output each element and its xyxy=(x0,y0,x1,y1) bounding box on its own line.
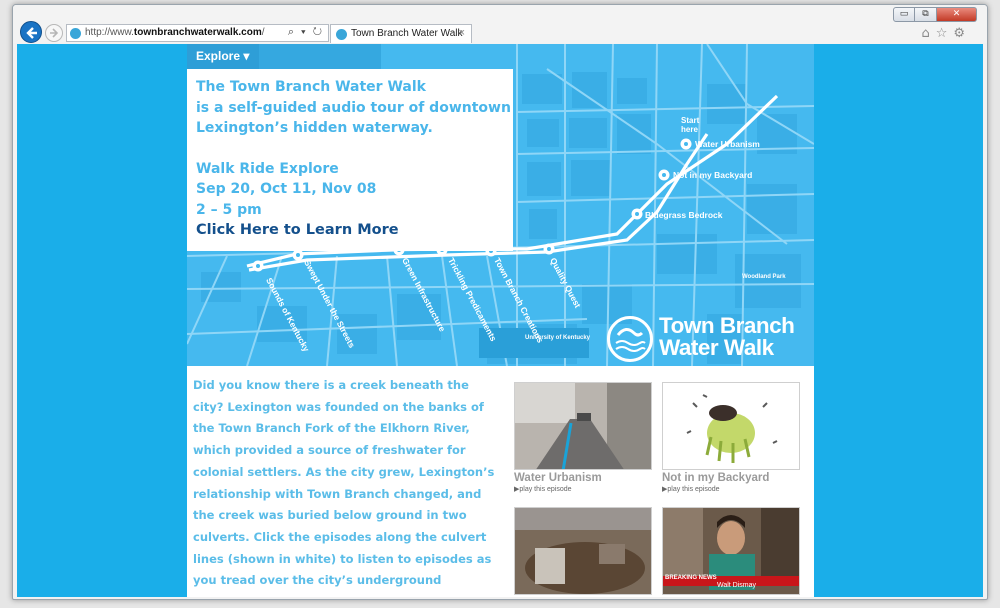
map-label-university: University of Kentucky xyxy=(525,335,591,341)
back-arrow-icon xyxy=(26,27,37,39)
episode-thumbnail[interactable] xyxy=(514,382,652,470)
desktop-frame: http://www.townbranchwaterwalk.com/ ⌕ ▾ … xyxy=(0,0,1000,608)
episode-thumbnail[interactable]: BREAKING NEWS Walt Dismay xyxy=(662,507,800,595)
episode-thumbnail[interactable] xyxy=(514,507,652,595)
episode-title[interactable]: Water Urbanism xyxy=(514,472,652,484)
map-label-water-urbanism[interactable]: Water Urbanism xyxy=(695,139,760,149)
address-url[interactable]: http://www.townbranchwaterwalk.com/ xyxy=(85,27,265,38)
forward-button[interactable] xyxy=(45,24,63,42)
news-name: Walt Dismay xyxy=(717,582,757,589)
event-time: 2 – 5 pm xyxy=(196,201,262,218)
close-window-button[interactable]: ✕ xyxy=(937,7,977,22)
event-dates: Sep 20, Oct 11, Nov 08 xyxy=(196,181,377,197)
start-here-label: Start here xyxy=(681,116,700,134)
map-label-bluegrass-bedrock[interactable]: Bluegrass Bedrock xyxy=(645,210,722,220)
story-text: Did you know there is a creek beneath th… xyxy=(193,378,495,597)
tab-town-branch[interactable]: Town Branch Water Walk × xyxy=(330,24,472,43)
map-label-not-in-my-backyard[interactable]: Not in my Backyard xyxy=(673,170,752,180)
page-viewport: Start here Water Urbanism Not in my Backy… xyxy=(17,44,983,597)
browser-chrome: http://www.townbranchwaterwalk.com/ ⌕ ▾ … xyxy=(13,5,987,43)
wave-logo-icon xyxy=(607,316,653,362)
episode-thumbnail[interactable] xyxy=(662,382,800,470)
event-title: Walk Ride Explore xyxy=(196,160,339,177)
page-content: Start here Water Urbanism Not in my Backy… xyxy=(187,44,814,597)
site-favicon-icon xyxy=(70,28,81,39)
episode-card-4[interactable]: BREAKING NEWS Walt Dismay xyxy=(662,507,800,595)
map-label-woodland: Woodland Park xyxy=(742,274,786,280)
tab-close-icon[interactable]: × xyxy=(459,27,465,39)
tab-favicon-icon xyxy=(336,29,347,40)
home-favorites-settings-icons[interactable]: ⌂☆⚙ xyxy=(921,26,971,41)
maximize-button[interactable]: ⧉ xyxy=(915,7,937,22)
promo-box: The Town Branch Water Walk is a self-gui… xyxy=(187,69,513,251)
news-banner: BREAKING NEWS xyxy=(665,575,717,581)
browser-window: http://www.townbranchwaterwalk.com/ ⌕ ▾ … xyxy=(12,4,988,600)
promo-line-3: Lexington’s hidden waterway. xyxy=(196,120,433,136)
nav-bar xyxy=(259,44,381,69)
tab-title: Town Branch Water Walk xyxy=(351,28,463,39)
promo-line-1: The Town Branch Water Walk xyxy=(196,79,426,95)
window-controls: ▭ ⧉ ✕ xyxy=(893,7,977,22)
explore-menu[interactable]: Explore ▾ xyxy=(187,44,259,69)
address-tools[interactable]: ⌕ ▾ ↻ xyxy=(288,26,324,39)
logo-text: Town Branch Water Walk xyxy=(659,313,795,360)
address-bar[interactable]: http://www.townbranchwaterwalk.com/ ⌕ ▾ … xyxy=(66,24,329,42)
site-logo[interactable]: Town Branch Water Walk xyxy=(607,313,802,366)
learn-more-link[interactable]: Click Here to Learn More xyxy=(196,220,513,241)
play-episode-link[interactable]: ▶play this episode xyxy=(514,485,652,493)
promo-line-2: is a self-guided audio tour of downtown xyxy=(196,99,511,116)
episode-title[interactable]: Not in my Backyard xyxy=(662,472,800,484)
forward-arrow-icon xyxy=(50,28,59,38)
back-button[interactable] xyxy=(20,21,42,43)
episode-card-water-urbanism[interactable]: Water Urbanism ▶play this episode xyxy=(514,382,652,493)
minimize-button[interactable]: ▭ xyxy=(893,7,915,22)
play-episode-link[interactable]: ▶play this episode xyxy=(662,485,800,493)
episode-card-not-in-my-backyard[interactable]: Not in my Backyard ▶play this episode xyxy=(662,382,800,493)
hero-map[interactable]: Start here Water Urbanism Not in my Backy… xyxy=(187,44,814,366)
episode-card-3[interactable] xyxy=(514,507,652,597)
